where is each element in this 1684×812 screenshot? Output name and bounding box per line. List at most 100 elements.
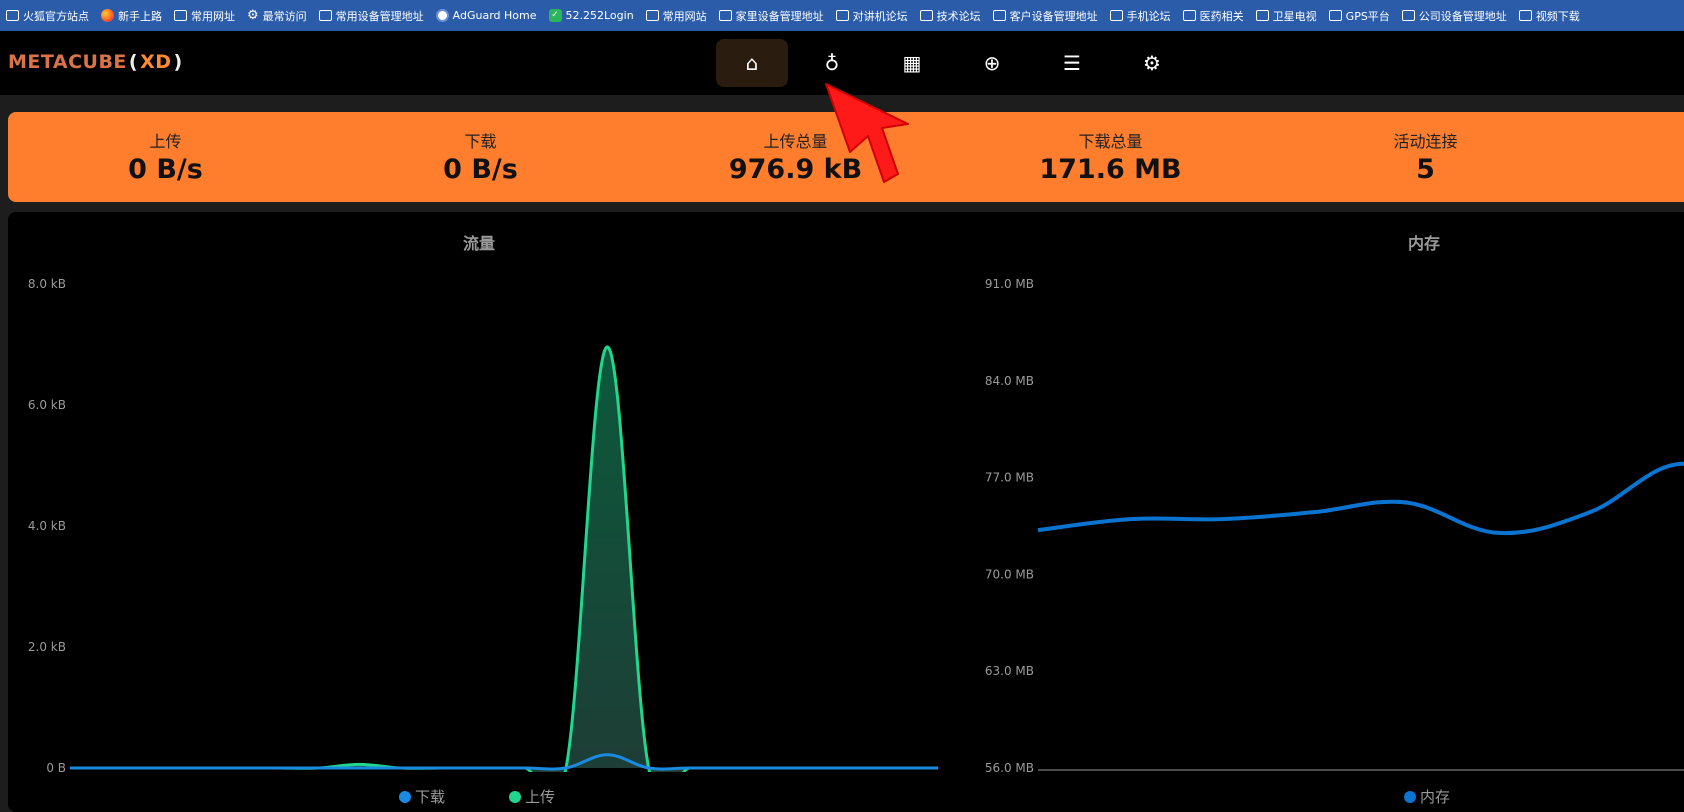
memory-y-tick: 84.0 MB [985, 374, 1034, 388]
logo-paren-close: ) [173, 51, 183, 73]
stat-value: 5 [1416, 154, 1435, 185]
bookmark-item[interactable]: 客户设备管理地址 [992, 8, 1098, 24]
stat-label: 下载 [464, 132, 497, 151]
log-document-icon: ☰ [1063, 51, 1081, 75]
bookmark-label: 手机论坛 [1126, 9, 1171, 23]
bookmark-item[interactable]: 技术论坛 [919, 8, 981, 24]
nav-network-globe-button[interactable]: ⊕ [956, 39, 1028, 87]
memory-y-tick: 56.0 MB [985, 761, 1034, 772]
bookmark-item[interactable]: ✓ 52.252Login [548, 9, 634, 22]
traffic-chart: 0 B 2.0 kB 4.0 kB 6.0 kB 8.0 kB [28, 277, 938, 772]
bookmark-label: 视频下载 [1535, 9, 1580, 23]
stat-value: 0 B/s [128, 154, 203, 185]
stat-card: 下载 0 B/s [323, 112, 638, 202]
bookmark-item[interactable]: GPS平台 [1328, 8, 1390, 24]
traffic-y-tick: 0 B [46, 761, 66, 772]
memory-y-tick: 91.0 MB [985, 277, 1034, 291]
memory-y-tick: 63.0 MB [985, 664, 1034, 678]
bookmark-item[interactable]: 火狐官方站点 [6, 8, 89, 24]
bookmark-item[interactable]: 常用网址 [174, 8, 235, 24]
nav-gear-button[interactable]: ⚙ [1116, 39, 1188, 87]
memory-series-line [1037, 461, 1684, 536]
traffic-y-tick: 2.0 kB [28, 640, 66, 654]
home-icon: ⌂ [745, 51, 759, 75]
folder-icon [1518, 10, 1532, 21]
stat-value: 171.6 MB [1039, 154, 1182, 185]
bookmark-label: 家里设备管理地址 [735, 9, 824, 23]
folder-icon [718, 10, 732, 21]
bookmark-label: 技术论坛 [936, 9, 981, 23]
traffic-y-tick: 4.0 kB [28, 519, 66, 533]
legend-memory-swatch [1404, 790, 1416, 803]
folder-icon [318, 10, 332, 21]
upload-area [70, 346, 938, 772]
stat-card: 下载总量 171.6 MB [953, 112, 1268, 202]
gear-icon: ⚙ [1143, 51, 1161, 75]
bookmark-label: 新手上路 [118, 9, 162, 23]
traffic-y-tick: 6.0 kB [28, 398, 66, 412]
folder-icon [992, 10, 1006, 21]
shield-icon: ✓ [548, 9, 562, 22]
bookmark-label: 客户设备管理地址 [1009, 9, 1098, 23]
app-logo[interactable]: METACUBE(XD) [8, 51, 185, 73]
bookmark-label: 常用设备管理地址 [335, 9, 424, 23]
adguard-icon [435, 9, 449, 22]
bookmark-label: 常用网址 [191, 9, 235, 23]
memory-y-tick: 77.0 MB [985, 471, 1034, 485]
legend-download-swatch [399, 790, 411, 803]
charts-panel: 流量 内存 0 B 2.0 kB 4.0 kB 6.0 kB 8.0 kB 56.0 M… [8, 212, 1684, 812]
nav-log-document-button[interactable]: ☰ [1036, 39, 1108, 87]
folder-icon [1328, 10, 1342, 21]
bookmark-label: 医药相关 [1199, 9, 1244, 23]
folder-icon [1401, 10, 1415, 21]
bookmark-label: 火狐官方站点 [23, 9, 89, 23]
memory-chart: 56.0 MB 63.0 MB 70.0 MB 77.0 MB 84.0 MB 91.0 … [985, 277, 1684, 772]
bookmark-item[interactable]: 视频下载 [1518, 8, 1580, 24]
bookmark-item[interactable]: 常用网站 [645, 8, 707, 24]
bookmark-label: AdGuard Home [452, 9, 537, 22]
bookmark-item[interactable]: 常用设备管理地址 [318, 8, 424, 24]
download-series-line [70, 753, 938, 771]
bookmark-item[interactable]: 对讲机论坛 [835, 8, 908, 24]
nav-home-button[interactable]: ⌂ [716, 39, 788, 87]
memory-y-tick: 70.0 MB [985, 567, 1034, 581]
logo-paren-open: ( [128, 51, 139, 73]
bookmark-label: 卫星电视 [1272, 9, 1317, 23]
bookmark-item[interactable]: 新手上路 [101, 8, 162, 24]
bookmark-item[interactable]: 手机论坛 [1109, 8, 1171, 24]
folder-icon [1182, 10, 1196, 21]
folder-icon [174, 10, 187, 21]
folder-icon [1109, 10, 1123, 21]
bookmark-item[interactable]: 公司设备管理地址 [1401, 8, 1507, 24]
stat-value: 0 B/s [443, 154, 518, 185]
folder-icon [919, 10, 933, 21]
folder-icon [835, 10, 849, 21]
bookmark-label: 常用网站 [662, 9, 707, 23]
stat-label: 活动连接 [1393, 132, 1458, 151]
folder-icon [1255, 10, 1269, 21]
bookmark-item[interactable]: 医药相关 [1182, 8, 1244, 24]
main-nav: ⌂ ♁ ▦ ⊕ ☰ ⚙ [716, 39, 1188, 87]
bookmark-label: GPS平台 [1345, 9, 1390, 23]
red-pointer-arrow-icon [825, 83, 909, 183]
stat-card: 活动连接 5 [1268, 112, 1583, 202]
bookmark-label: 公司设备管理地址 [1418, 9, 1507, 23]
ruler-icon: ▦ [902, 51, 922, 75]
folder-icon [6, 10, 19, 21]
globe-stand-icon: ♁ [824, 51, 840, 75]
stat-label: 下载总量 [1078, 132, 1143, 151]
bookmark-item[interactable]: AdGuard Home [435, 9, 537, 22]
stat-label: 上传 [149, 132, 182, 151]
bookmark-item[interactable]: 卫星电视 [1255, 8, 1317, 24]
gear-icon: ⚙ [247, 7, 259, 23]
bookmark-item[interactable]: 家里设备管理地址 [718, 8, 824, 24]
bookmarks-toolbar: 火狐官方站点 新手上路 常用网址 ⚙ 最常访问 常用设备管理地址 AdGuard Home ✓… [0, 0, 1684, 31]
network-globe-icon: ⊕ [983, 51, 1001, 75]
traffic-y-tick: 8.0 kB [28, 277, 66, 291]
bookmark-item[interactable]: ⚙ 最常访问 [247, 8, 307, 24]
logo-accent-text: XD [140, 51, 172, 73]
logo-main-text: METACUBE [8, 51, 127, 73]
legend-upload-swatch [509, 790, 521, 803]
stat-card: 上传 0 B/s [8, 112, 323, 202]
bookmark-label: 最常访问 [262, 9, 307, 23]
